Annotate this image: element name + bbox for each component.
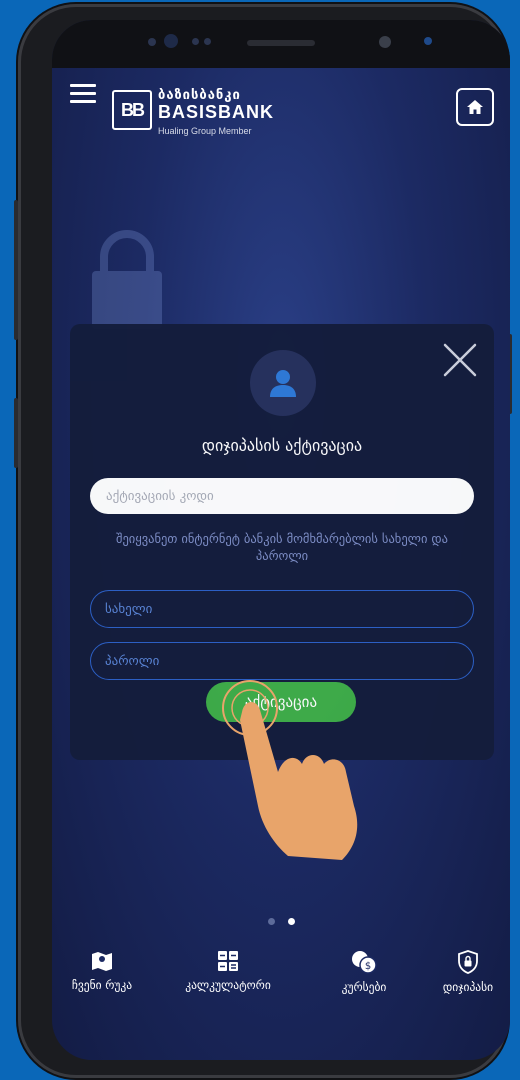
sensor-icon	[148, 38, 156, 46]
nav-calculator[interactable]: კალკულატორი	[168, 950, 288, 992]
user-icon	[270, 370, 296, 397]
basisbank-logo: BB ბაზისბანკი BASISBANK Hualing Group Me…	[112, 88, 312, 150]
nav-label: ჩვენი რუკა	[71, 978, 133, 992]
home-button[interactable]	[456, 88, 494, 126]
home-icon	[467, 100, 483, 114]
close-icon	[443, 343, 477, 377]
logo-mark: BB	[112, 90, 152, 130]
nav-label: დიჯიპასი	[442, 980, 494, 994]
sensor-icon	[192, 38, 199, 45]
currency-icon: $	[352, 951, 377, 974]
password-field[interactable]	[90, 642, 474, 680]
nav-exchange-rates[interactable]: $ კურსები	[324, 950, 404, 994]
app-header: BB ბაზისბანკი BASISBANK Hualing Group Me…	[52, 80, 510, 160]
pager-dot[interactable]	[268, 918, 275, 925]
calculator-icon	[218, 951, 238, 971]
credentials-hint: შეიყვანეთ ინტერნეტ ბანკის მომხმარებლის ს…	[115, 531, 448, 563]
tap-hand-icon	[222, 680, 358, 860]
username-field[interactable]	[90, 590, 474, 628]
sensor-icon	[424, 37, 432, 45]
pager-dot-active[interactable]	[288, 918, 295, 925]
camera-icon	[164, 34, 178, 48]
logo-georgian: ბაზისბანკი	[158, 88, 241, 103]
nav-label: კალკულატორი	[185, 978, 271, 992]
logo-subtitle: Hualing Group Member	[158, 126, 252, 136]
speaker-slot	[247, 40, 315, 46]
nav-digipass[interactable]: დიჯიპასი	[428, 950, 508, 994]
bottom-nav: ჩვენი რუკა კალკულატორი $ კურსები დიჯიპას…	[52, 950, 510, 1060]
front-camera-icon	[379, 36, 391, 48]
modal-title: დიჯიპასის აქტივაცია	[201, 436, 363, 455]
nav-our-map[interactable]: ჩვენი რუკა	[56, 950, 148, 992]
shield-lock-icon	[458, 950, 478, 974]
svg-text:$: $	[365, 961, 371, 972]
app-screen: BB ბაზისბანკი BASISBANK Hualing Group Me…	[52, 20, 510, 1060]
close-button[interactable]	[442, 342, 478, 378]
map-icon	[92, 952, 112, 971]
activation-code-input[interactable]	[90, 478, 474, 514]
sensor-icon	[204, 38, 211, 45]
phone-side-button	[14, 398, 18, 468]
phone-top-bezel	[52, 20, 510, 68]
menu-icon[interactable]	[70, 84, 96, 104]
phone-side-button	[14, 200, 18, 340]
background-lock-icon	[92, 230, 162, 329]
phone-frame: BB ბაზისბანკი BASISBANK Hualing Group Me…	[14, 4, 512, 1078]
avatar	[250, 350, 316, 416]
page-indicator	[52, 916, 510, 928]
logo-english: BASISBANK	[158, 102, 275, 122]
nav-label: კურსები	[341, 980, 387, 994]
